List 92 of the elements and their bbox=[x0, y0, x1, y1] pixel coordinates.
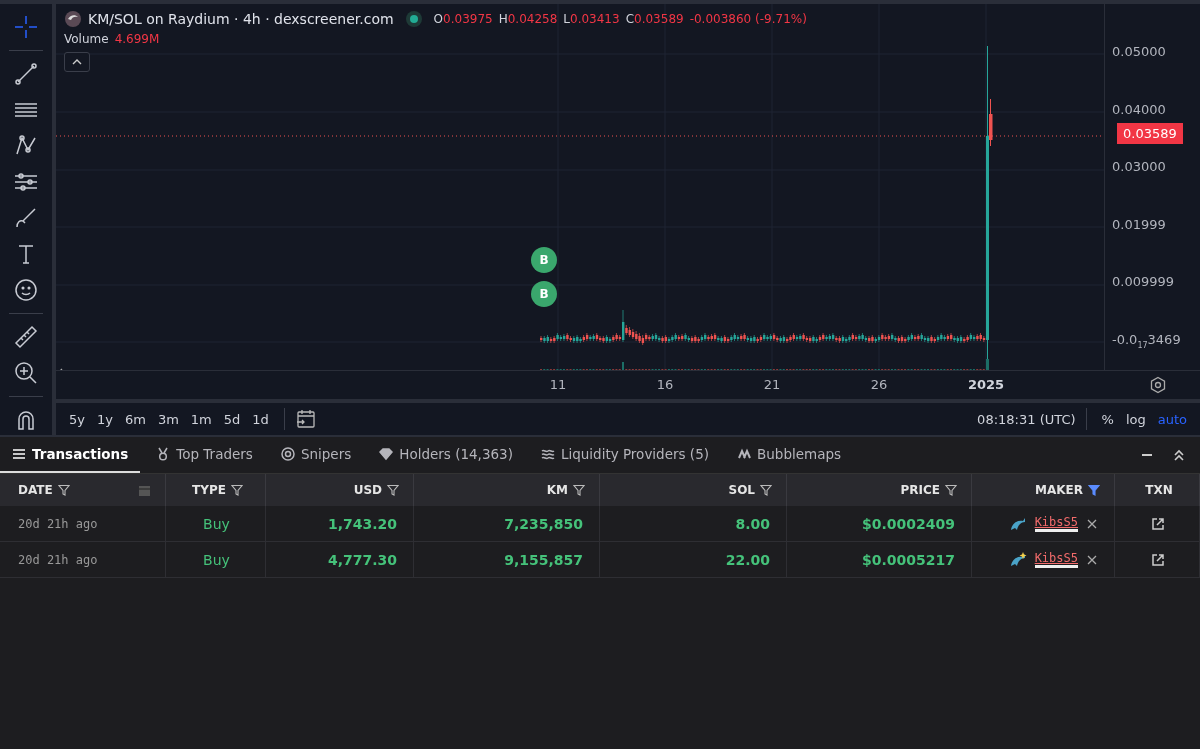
ohlc-value: C0.03589 bbox=[625, 12, 684, 26]
range-button[interactable]: 1y bbox=[91, 409, 118, 429]
close-icon[interactable] bbox=[1086, 553, 1098, 566]
range-button[interactable]: 1d bbox=[247, 409, 274, 429]
clock-text: 08:18:31 (UTC) bbox=[977, 411, 1076, 427]
external-link-icon[interactable] bbox=[1151, 516, 1165, 531]
column-header[interactable]: DATE bbox=[0, 474, 166, 506]
filter-icon[interactable] bbox=[387, 484, 399, 496]
waves-icon bbox=[540, 447, 555, 461]
price-label: -0.0$_{17}$3469 bbox=[1112, 332, 1181, 350]
filter-icon[interactable] bbox=[57, 484, 70, 496]
price-label: 0.009999 bbox=[1112, 274, 1175, 290]
column-header[interactable]: USD bbox=[266, 474, 414, 506]
settings-icon[interactable] bbox=[1149, 376, 1167, 394]
range-button[interactable]: 5y bbox=[64, 409, 90, 429]
date-cell: 20d 21h ago bbox=[18, 516, 98, 531]
column-header[interactable]: MAKER bbox=[972, 474, 1115, 506]
volume-value: 4.699M bbox=[114, 32, 160, 46]
tool-button[interactable] bbox=[13, 360, 39, 386]
filter-icon[interactable] bbox=[945, 484, 957, 496]
target-icon bbox=[280, 447, 295, 461]
column-header[interactable]: KM bbox=[414, 474, 600, 506]
chevron-up-icon bbox=[72, 59, 82, 65]
calendar-goto-icon[interactable] bbox=[294, 408, 317, 430]
chart-title: KM/SOL on Raydium · 4h · dexscreener.com bbox=[88, 11, 394, 27]
scale-toggle[interactable]: auto bbox=[1152, 409, 1192, 429]
buy-marker: B bbox=[531, 281, 557, 307]
price-change: -0.003860 (-9.71%) bbox=[689, 12, 807, 26]
external-link-icon[interactable] bbox=[1151, 552, 1165, 567]
time-label: 21 bbox=[763, 377, 781, 392]
filter-icon[interactable] bbox=[1088, 484, 1100, 496]
amount-cell: 1,743.20 bbox=[327, 515, 397, 532]
ohlc-value: H0.04258 bbox=[498, 12, 558, 26]
amount-cell: $0.0005217 bbox=[862, 551, 955, 568]
price-label: 0.01999 bbox=[1112, 216, 1166, 232]
filter-icon[interactable] bbox=[573, 484, 585, 496]
scale-toggle[interactable]: log bbox=[1120, 409, 1151, 429]
time-label: 2025 bbox=[967, 377, 1005, 392]
column-header[interactable]: TYPE bbox=[166, 474, 266, 506]
column-header[interactable]: SOL bbox=[600, 474, 787, 506]
line-icon bbox=[13, 61, 39, 87]
collapse-button[interactable] bbox=[64, 52, 90, 72]
volume-label: Volume bbox=[64, 32, 109, 46]
crosshair-icon bbox=[13, 14, 39, 40]
token-logo-icon bbox=[64, 10, 82, 28]
amount-cell: 4,777.30 bbox=[327, 551, 397, 568]
column-header[interactable]: TXN bbox=[1115, 474, 1200, 506]
panel-tab[interactable]: Top Traders bbox=[144, 437, 265, 473]
list-icon bbox=[12, 447, 26, 461]
type-cell: Buy bbox=[203, 515, 230, 532]
range-button[interactable]: 3m bbox=[152, 409, 184, 429]
status-dot bbox=[409, 15, 418, 23]
gem-icon bbox=[379, 447, 394, 461]
amount-cell: 22.00 bbox=[725, 551, 770, 568]
medal-icon bbox=[156, 447, 171, 461]
date-cell: 20d 21h ago bbox=[18, 552, 98, 567]
filter-icon[interactable] bbox=[230, 484, 243, 496]
time-label: 11 bbox=[549, 377, 567, 392]
tool-button[interactable] bbox=[13, 61, 39, 87]
panel-tab[interactable]: Holders (14,363) bbox=[367, 437, 525, 473]
time-label: 16 bbox=[656, 377, 674, 392]
buy-marker: B bbox=[531, 247, 557, 273]
zoom-icon bbox=[13, 360, 39, 386]
time-label: 26 bbox=[870, 377, 888, 392]
panel-tab[interactable]: Bubblemaps bbox=[725, 437, 854, 473]
scale-toggle[interactable]: % bbox=[1096, 409, 1119, 429]
range-button[interactable]: 6m bbox=[119, 409, 151, 429]
column-header[interactable]: PRICE bbox=[787, 474, 972, 506]
range-button[interactable]: 5d bbox=[218, 409, 246, 429]
panel-tab[interactable]: Liquidity Providers (5) bbox=[528, 437, 721, 473]
expand-icon[interactable] bbox=[1172, 448, 1186, 462]
tool-button[interactable] bbox=[13, 277, 39, 303]
price-label: 0.04000 bbox=[1112, 101, 1166, 117]
amount-cell: 7,235,850 bbox=[504, 515, 583, 532]
amount-cell: $0.0002409 bbox=[862, 515, 955, 532]
type-cell: Buy bbox=[203, 551, 230, 568]
smiley-icon bbox=[13, 277, 39, 303]
range-button[interactable]: 1m bbox=[185, 409, 217, 429]
price-label: 0.03000 bbox=[1112, 159, 1166, 175]
amount-cell: 8.00 bbox=[735, 515, 770, 532]
filter-icon[interactable] bbox=[760, 484, 772, 496]
amount-cell: 9,155,857 bbox=[504, 551, 583, 568]
current-price-label: 0.03589 bbox=[1117, 123, 1183, 144]
tool-button[interactable] bbox=[13, 324, 39, 350]
price-label: 0.05000 bbox=[1112, 44, 1166, 59]
panel-tab[interactable]: Snipers bbox=[268, 437, 364, 473]
maker-link[interactable]: KibsS5 bbox=[1034, 551, 1078, 568]
close-icon[interactable] bbox=[1086, 517, 1098, 530]
maker-link[interactable]: KibsS5 bbox=[1034, 515, 1078, 532]
ohlc-value: O0.03975 bbox=[433, 12, 493, 26]
ohlc-value: L0.03413 bbox=[563, 12, 620, 26]
ruler-icon bbox=[13, 324, 39, 350]
